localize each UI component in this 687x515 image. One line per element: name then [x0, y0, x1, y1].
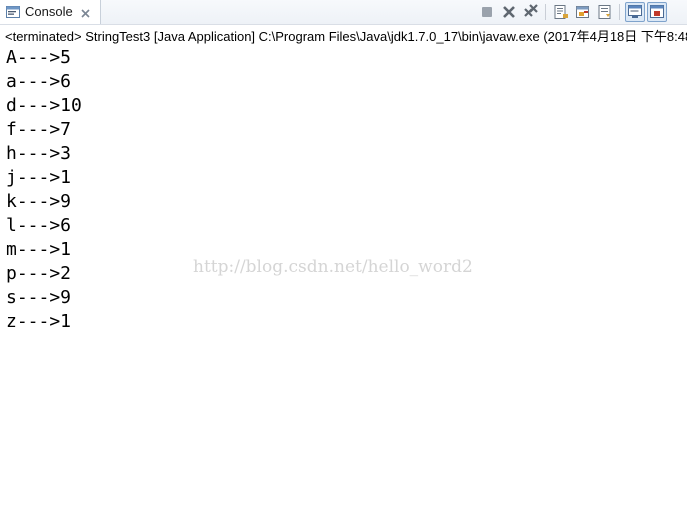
console-icon — [6, 5, 20, 18]
scroll-lock-button[interactable] — [551, 2, 571, 22]
remove-all-terminated-button[interactable] — [521, 2, 541, 22]
toolbar-separator — [545, 4, 546, 20]
terminate-button[interactable] — [477, 2, 497, 22]
console-view: Console <terminated> StringTest3 [Java A… — [0, 0, 687, 515]
display-console-icon — [628, 5, 642, 18]
display-selected-console-button[interactable] — [625, 2, 645, 22]
word-wrap-icon — [598, 5, 611, 19]
output-line: f--->7 — [6, 119, 72, 140]
close-x-icon[interactable] — [80, 6, 91, 18]
remove-launch-button[interactable] — [499, 2, 519, 22]
double-x-icon — [524, 4, 538, 17]
console-toolbar — [477, 2, 677, 22]
show-on-output-button[interactable] — [573, 2, 593, 22]
output-line: s--->9 — [6, 287, 72, 308]
output-line: l--->6 — [6, 215, 72, 236]
console-output[interactable]: A--->5 a--->6 d--->10 f--->7 h--->3 j---… — [6, 46, 82, 334]
pin-console-icon — [576, 6, 589, 18]
console-status-line: <terminated> StringTest3 [Java Applicati… — [5, 29, 687, 44]
tab-console[interactable]: Console — [0, 0, 101, 24]
watermark-text: http://blog.csdn.net/hello_word2 — [193, 257, 473, 277]
output-line: z--->1 — [6, 311, 72, 332]
output-line: p--->2 — [6, 263, 72, 284]
tab-label: Console — [25, 4, 73, 19]
output-line: k--->9 — [6, 191, 72, 212]
output-line: h--->3 — [6, 143, 72, 164]
scroll-lock-icon — [554, 5, 568, 19]
output-line: m--->1 — [6, 239, 72, 260]
output-line: d--->10 — [6, 95, 82, 116]
output-line: A--->5 — [6, 47, 72, 68]
open-console-button[interactable] — [647, 2, 667, 22]
close-x-icon — [503, 6, 515, 18]
toolbar-separator — [619, 4, 620, 20]
open-console-icon — [650, 5, 664, 18]
word-wrap-button[interactable] — [595, 2, 615, 22]
stop-square-icon — [482, 7, 492, 17]
output-line: j--->1 — [6, 167, 72, 188]
output-line: a--->6 — [6, 71, 72, 92]
console-tabbar: Console — [0, 0, 687, 25]
